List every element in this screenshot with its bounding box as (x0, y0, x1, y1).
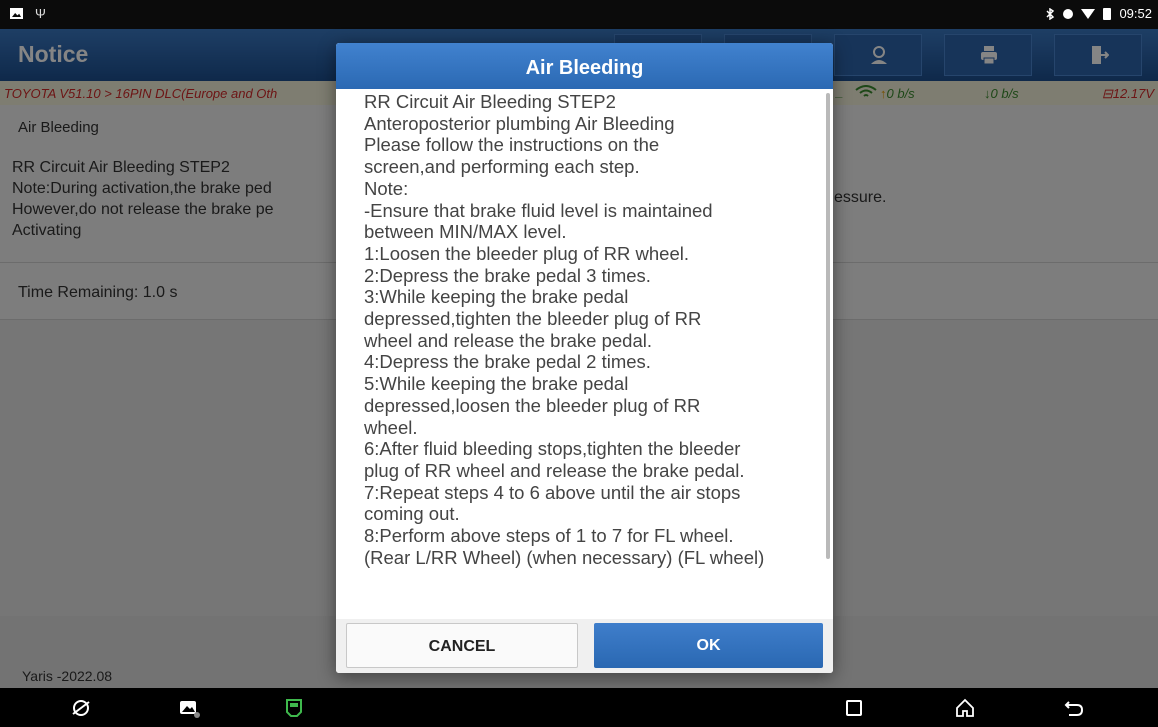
dnd-icon (1063, 8, 1074, 19)
dialog-title: Air Bleeding (336, 43, 833, 89)
dialog-line: depressed,loosen the bleeder plug of RR (364, 394, 701, 416)
dialog-line: 3:While keeping the brake pedal (364, 286, 629, 308)
image-notification-icon (10, 8, 23, 19)
recent-apps-icon[interactable] (843, 697, 865, 719)
wifi-icon (1081, 8, 1096, 19)
dialog-line: plug of RR wheel and release the brake p… (364, 459, 745, 481)
dialog-line: 6:After fluid bleeding stops,tighten the… (364, 438, 741, 460)
dialog-line: Note: (364, 177, 409, 199)
vci-icon[interactable] (283, 697, 305, 719)
ok-button[interactable]: OK (594, 623, 823, 668)
battery-icon (1103, 7, 1112, 20)
dialog-line: between MIN/MAX level. (364, 221, 567, 243)
dialog-line: 7:Repeat steps 4 to 6 above until the ai… (364, 481, 741, 503)
usb-debug-icon: Ψ (35, 6, 46, 21)
home-icon[interactable] (954, 697, 976, 719)
dialog-line: 4:Depress the brake pedal 2 times. (364, 351, 651, 373)
status-bar: Ψ 09:52 (0, 0, 1158, 29)
clock: 09:52 (1119, 6, 1152, 21)
dialog-line: 1:Loosen the bleeder plug of RR wheel. (364, 242, 689, 264)
air-bleeding-dialog: Air Bleeding RR Circuit Air Bleeding STE… (336, 43, 833, 673)
dialog-line: wheel. (364, 416, 418, 438)
dialog-line: wheel and release the brake pedal. (364, 329, 652, 351)
dialog-line: (Rear L/RR Wheel) (when necessary) (FL w… (364, 546, 765, 568)
dialog-line: -Ensure that brake fluid level is mainta… (364, 199, 713, 221)
dialog-line: 2:Depress the brake pedal 3 times. (364, 264, 651, 286)
dialog-line: RR Circuit Air Bleeding STEP2 (364, 91, 616, 112)
dialog-line: Anteroposterior plumbing Air Bleeding (364, 112, 675, 134)
back-icon[interactable] (1063, 697, 1085, 719)
dialog-button-bar: CANCEL OK (336, 619, 833, 673)
cancel-button[interactable]: CANCEL (346, 623, 578, 668)
dialog-line: coming out. (364, 503, 460, 525)
dialog-body[interactable]: RR Circuit Air Bleeding STEP2 Anteropost… (364, 91, 816, 619)
gallery-icon[interactable] (178, 697, 200, 719)
dialog-scrollbar[interactable] (826, 93, 830, 559)
dialog-line: screen,and performing each step. (364, 156, 640, 178)
dialog-line: Please follow the instructions on the (364, 134, 660, 156)
bluetooth-icon (1046, 7, 1055, 20)
status-right: 09:52 (1045, 6, 1152, 21)
dialog-line: 8:Perform above steps of 1 to 7 for FL w… (364, 525, 734, 547)
nav-bar (0, 688, 1158, 727)
dialog-line: depressed,tighten the bleeder plug of RR (364, 308, 702, 330)
dialog-line: 5:While keeping the brake pedal (364, 373, 629, 395)
status-left: Ψ (10, 6, 46, 21)
browser-icon[interactable] (70, 697, 92, 719)
